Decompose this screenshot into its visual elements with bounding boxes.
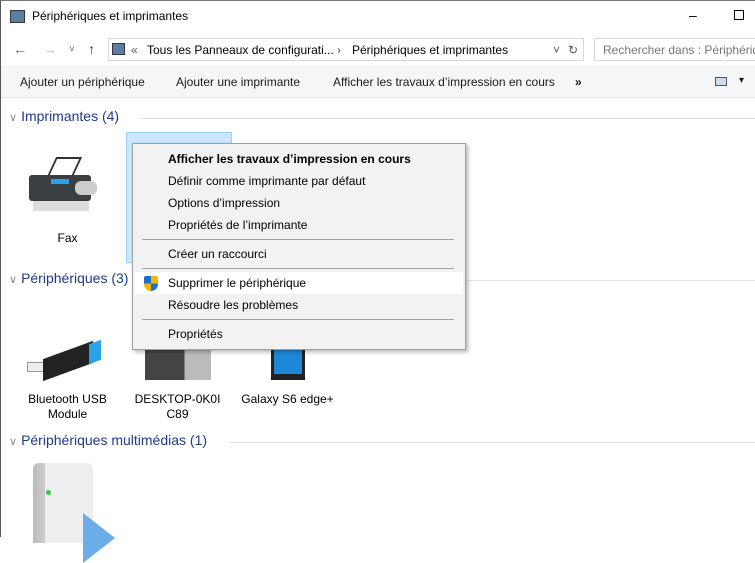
chevron-down-icon: ∨ [9,436,18,448]
menu-separator [142,268,454,269]
device-fax[interactable]: Fax [15,151,120,251]
device-bluetooth-usb[interactable]: Bluetooth USB Module [15,336,120,426]
menu-separator [142,239,454,240]
menu-separator [142,319,454,320]
media-device-icon[interactable] [33,463,115,563]
address-row: ← → ˅ ↑ « Tous les Panneaux de configura… [1,35,755,63]
breadcrumb-devices[interactable]: Périphériques et imprimantes [352,43,508,57]
breadcrumb-control-panel[interactable]: Tous les Panneaux de configurati... [147,43,334,57]
add-printer-button[interactable]: Ajouter une imprimante [176,75,300,89]
menu-set-default-printer[interactable]: Définir comme imprimante par défaut [135,170,463,192]
phone-icon [271,348,305,380]
forward-button[interactable]: → [43,41,57,57]
device-label: Bluetooth USB Module [28,392,107,421]
menu-create-shortcut[interactable]: Créer un raccourci [135,243,463,265]
more-commands-button[interactable]: » [575,75,582,89]
recent-locations-button[interactable]: ˅ [69,44,75,55]
divider [139,118,755,119]
group-header-printers[interactable]: ∨ Imprimantes (4) [9,108,119,124]
window-title: Périphériques et imprimantes [32,9,189,23]
device-label: Galaxy S6 edge+ [241,392,334,406]
group-label: Périphériques (3) [21,270,129,286]
group-label: Périphériques multimédias (1) [21,432,208,448]
devices-printers-icon [10,10,25,23]
chevron-down-icon: ∨ [9,112,18,124]
window: Périphériques et imprimantes – ← → ˅ ↑ «… [0,0,755,563]
up-button[interactable]: ↑ [88,41,95,57]
command-bar: Ajouter un périphérique Ajouter une impr… [1,65,755,98]
divider [229,442,755,443]
usb-dongle-icon [27,339,107,382]
menu-properties[interactable]: Propriétés [135,323,463,345]
view-dropdown[interactable]: ▾ [739,75,744,86]
menu-troubleshoot[interactable]: Résoudre les problèmes [135,294,463,316]
group-header-multimedia[interactable]: ∨ Périphériques multimédias (1) [9,432,207,448]
chevron-down-icon: ∨ [9,274,18,286]
title-bar: Périphériques et imprimantes – [1,1,755,33]
address-dropdown[interactable]: ˅ [553,43,560,57]
device-label: DESKTOP-0K0IC89 [134,392,221,421]
change-view-icon[interactable] [715,77,727,86]
menu-printing-preferences[interactable]: Options d’impression [135,192,463,214]
fax-icon [29,157,99,211]
refresh-button[interactable]: ↻ [568,43,578,57]
context-menu: Afficher les travaux d’impression en cou… [132,143,466,350]
location-icon [112,43,125,55]
address-bar[interactable]: « Tous les Panneaux de configurati... › … [108,38,584,61]
menu-printer-properties[interactable]: Propriétés de l’imprimante [135,214,463,236]
overflow-crumb[interactable]: « [131,43,138,57]
add-device-button[interactable]: Ajouter un périphérique [20,75,145,89]
group-label: Imprimantes (4) [21,108,120,124]
maximize-button[interactable] [734,10,744,20]
menu-see-print-jobs[interactable]: Afficher les travaux d’impression en cou… [135,148,463,170]
device-label: Fax [57,231,78,245]
menu-label: Supprimer le périphérique [168,276,307,290]
breadcrumb-separator[interactable]: › [337,43,341,57]
back-button[interactable]: ← [13,41,27,57]
computer-tower-icon [145,348,211,380]
minimize-button[interactable]: – [689,7,697,23]
menu-remove-device[interactable]: Supprimer le périphérique [135,272,463,294]
uac-shield-icon [144,276,158,291]
search-input[interactable]: Rechercher dans : Périphériques et impri… [594,38,755,61]
group-header-devices[interactable]: ∨ Périphériques (3) [9,270,128,286]
see-print-jobs-button[interactable]: Afficher les travaux d’impression en cou… [333,75,555,89]
divider [466,280,755,281]
